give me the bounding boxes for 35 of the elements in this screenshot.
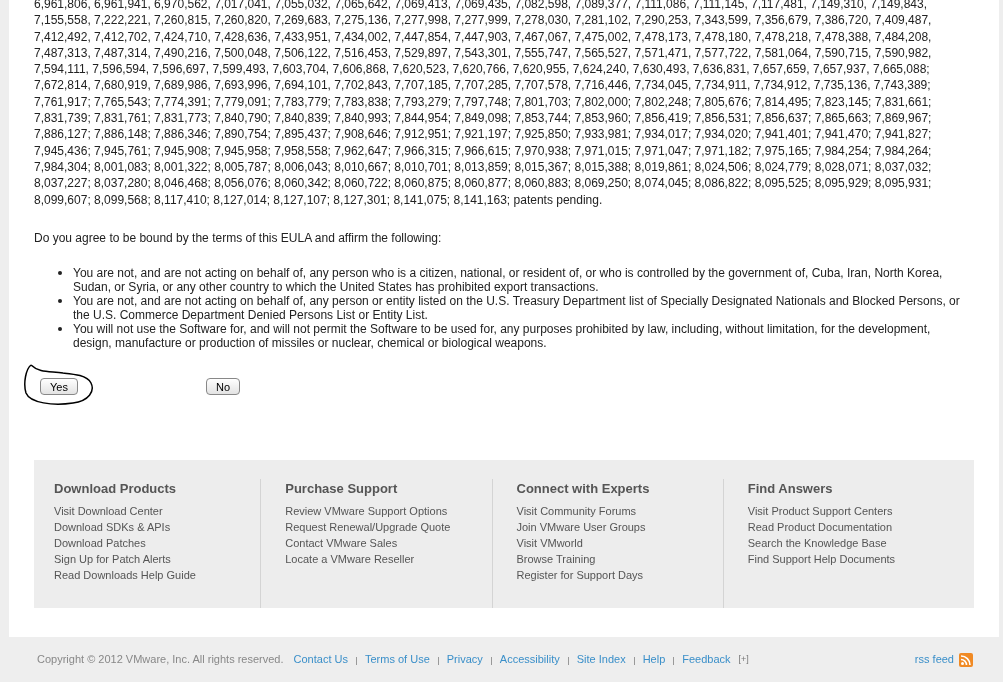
footer-link[interactable]: Review VMware Support Options [285,503,448,520]
copyright-text: Copyright © 2012 VMware, Inc. All rights reserved. [37,652,284,668]
rss-icon[interactable] [959,652,973,667]
footer-link[interactable]: Visit Product Support Centers [747,503,893,520]
footer-link[interactable]: Register for Support Days [516,567,644,584]
footer-link[interactable]: Visit Community Forums [516,503,637,520]
footer-link[interactable]: Sign Up for Patch Alerts [54,551,171,568]
footer-link[interactable]: Visit Download Center [54,503,163,520]
footer-link[interactable]: Visit VMworld [516,535,583,552]
answer-button[interactable]: Yes [40,377,78,395]
bullet-text: You are not, and are not acting on behalf of, any person who is a citizen, national, or resident of, or who is controlled by the government of, Cuba, Iran, North Korea, Sudan, or Syria, or any other country to which the United States has prohibited export transactions. [73,265,944,294]
bullet-icon [58,270,62,275]
footer-link[interactable]: Join VMware User Groups [516,519,646,536]
footer-link[interactable]: Request Renewal/Upgrade Quote [285,519,451,536]
agreement-question: Do you agree to be bound by the terms of this EULA and affirm the following: [34,229,442,247]
bullet-icon [58,298,62,303]
footer-link[interactable]: Read Downloads Help Guide [54,567,196,584]
footer-link[interactable]: Search the Knowledge Base [747,535,887,552]
footer-link[interactable]: Download Patches [54,535,146,552]
footer-link[interactable]: Contact VMware Sales [285,535,398,552]
footer-heading: Purchase Support [285,479,398,498]
footer-link[interactable]: Download SDKs & APIs [54,519,171,536]
footer-link[interactable]: Browse Training [516,551,596,568]
bullet-icon [58,326,62,331]
footer-link[interactable]: Locate a VMware Reseller [285,551,415,568]
bullet-text: You will not use the Software for, and will not permit the Software to be used for, any purposes prohibited by law, including, without limitation, for the development, design, manufacture or production of missiles or nuclear, chemical or biological weapons. [73,321,932,350]
footer-heading: Connect with Experts [516,479,650,498]
patent-list: 6,961,806, 6,961,941, 6,970,562, 7,017,041, 7,055,032, 7,065,642, 7,069,413, 7,069,435, 7,082,598, 7,089,377, 7,111,086, 7,111,145, 7,117,481, 7,149,310, 7,149,843, 7,155,558, 7,222,221, 7,260,815, 7,260,820, 7,269,683, 7,275,136, 7,277,998, 7,277,999, 7,278,030, 7,281,102, 7,290,253, 7,343,599, 7,356,679, 7,386,720, 7,409,487, 7,412,492, 7,412,702, 7,424,710, 7,428,636, 7,433,951, 7,434,002, 7,447,854, 7,447,903, 7,467,067, 7,475,002, 7,478,173, 7,478,180, 7,478,218, 7,478,388, 7,484,208, 7,487,313, 7,487,314, 7,490,216, 7,500,048, 7,506,122, 7,516,453, 7,529,897, 7,543,301, 7,555,747, 7,565,527, 7,571,471, 7,577,722, 7,581,064, 7,590,715, 7,590,982, 7,594,111, 7,596,594, 7,596,697, 7,599,493, 7,603,704, 7,606,868, 7,620,523, 7,620,766, 7,620,955, 7,624,240, 7,630,493, 7,636,831, 7,657,659, 7,657,937, 7,665,088; 7,672,814, 7,680,919, 7,689,986, 7,693,996, 7,694,101, 7,702,843, 7,707,185, 7,707,285, 7,707,578, 7,716,446, 7,734,045, 7,734,911, 7,734,912, 7,735,136, 7,743,389; 7,761,917; 7,765,543; 7,774,391; 7,779,091; 7,783,779; 7,783,838; 7,793,279; 7,797,748; 7,801,703; 7,802,000; 7,802,248; 7,805,676; 7,814,495; 7,823,145; 7,831,661; 7,831,739; 7,831,761; 7,831,773; 7,840,790; 7,840,839; 7,840,993; 7,844,954; 7,849,098; 7,853,744; 7,853,960; 7,856,419; 7,856,531; 7,856,637; 7,865,663; 7,869,967; 7,886,127; 7,886,148; 7,886,346; 7,890,754; 7,895,437; 7,908,646; 7,912,951; 7,921,197; 7,925,850; 7,933,981; 7,934,017; 7,934,020; 7,941,401; 7,941,470; 7,941,827; 7,945,436; 7,945,761; 7,945,908; 7,945,958; 7,958,558; 7,962,647; 7,966,315; 7,966,615; 7,970,938; 7,971,015; 7,971,047; 7,971,182; 7,975,165; 7,984,254; 7,984,264; 7,984,304; 8,001,083; 8,001,322; 8,005,787; 8,006,043; 8,010,667; 8,010,701; 8,013,859; 8,015,367; 8,015,388; 8,019,861; 8,024,506; 8,024,779; 8,028,071; 8,037,032; 8,037,227; 8,037,280; 8,046,468; 8,056,076; 8,060,342; 8,060,722; 8,060,875; 8,060,877; 8,060,883; 8,069,250; 8,074,045; 8,086,822; 8,095,525; 8,095,929; 8,095,931; 8,099,607; 8,099,568; 8,117,410; 8,127,014; 8,127,107; 8,127,301; 8,141,075; 8,141,163; patents pending. [34,0,932,208]
footer-heading: Download Products [54,479,177,498]
footer-link[interactable]: Find Support Help Documents [747,551,896,568]
bullet-text: You are not, and are not acting on behalf of, any person or entity listed on the U.S. Treasury Department list of Specially Designated Nationals and Blocked Persons, or the U.S. Commerce Department Denied Persons List or Entity List. [73,293,961,322]
footer-heading: Find Answers [747,479,833,498]
expand-toggle[interactable]: [+] [738,652,749,667]
footer-link[interactable]: Read Product Documentation [747,519,893,536]
answer-button[interactable]: No [206,377,241,395]
